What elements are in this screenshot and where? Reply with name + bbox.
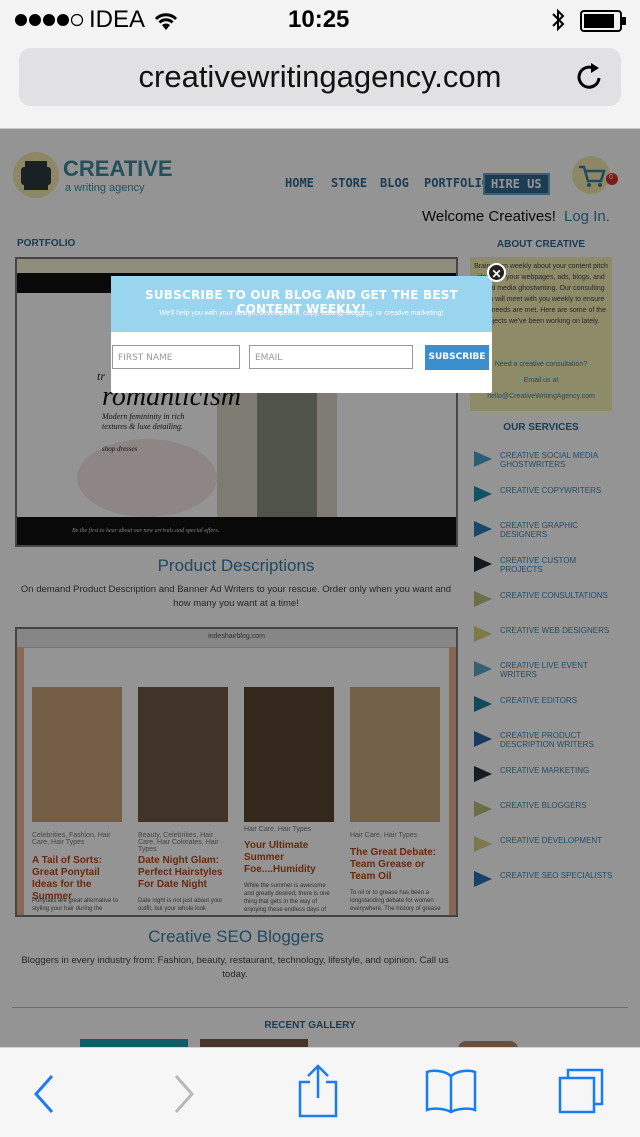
popup-header: SUBSCRIBE TO OUR BLOG AND GET THE BEST C…: [111, 276, 492, 332]
first-name-input[interactable]: FIRST NAME: [112, 345, 240, 369]
email-input[interactable]: EMAIL: [249, 345, 413, 369]
subscribe-popup: SUBSCRIBE TO OUR BLOG AND GET THE BEST C…: [111, 276, 492, 393]
status-bar: IDEA 10:25: [0, 0, 640, 40]
wifi-icon: [152, 10, 180, 37]
modal-overlay[interactable]: [0, 129, 640, 1047]
address-bar[interactable]: creativewritingagency.com: [19, 48, 621, 106]
popup-subtitle: We'll help you with your design, develop…: [159, 310, 444, 317]
url-text[interactable]: creativewritingagency.com: [19, 48, 621, 106]
close-icon[interactable]: ✕: [487, 263, 506, 282]
carrier-label: IDEA: [89, 6, 146, 33]
signal-icon: [14, 12, 94, 28]
reload-icon[interactable]: [575, 62, 605, 97]
subscribe-button[interactable]: SUBSCRIBE: [425, 345, 489, 370]
clock: 10:25: [288, 6, 350, 33]
share-icon[interactable]: [296, 1062, 340, 1123]
bookmarks-icon[interactable]: [424, 1068, 478, 1119]
back-icon[interactable]: [30, 1072, 58, 1121]
tabs-icon[interactable]: [556, 1066, 608, 1123]
forward-icon[interactable]: [170, 1072, 198, 1121]
bluetooth-icon: [551, 8, 565, 37]
browser-toolbar: [0, 1047, 640, 1137]
battery-icon: [580, 10, 628, 37]
